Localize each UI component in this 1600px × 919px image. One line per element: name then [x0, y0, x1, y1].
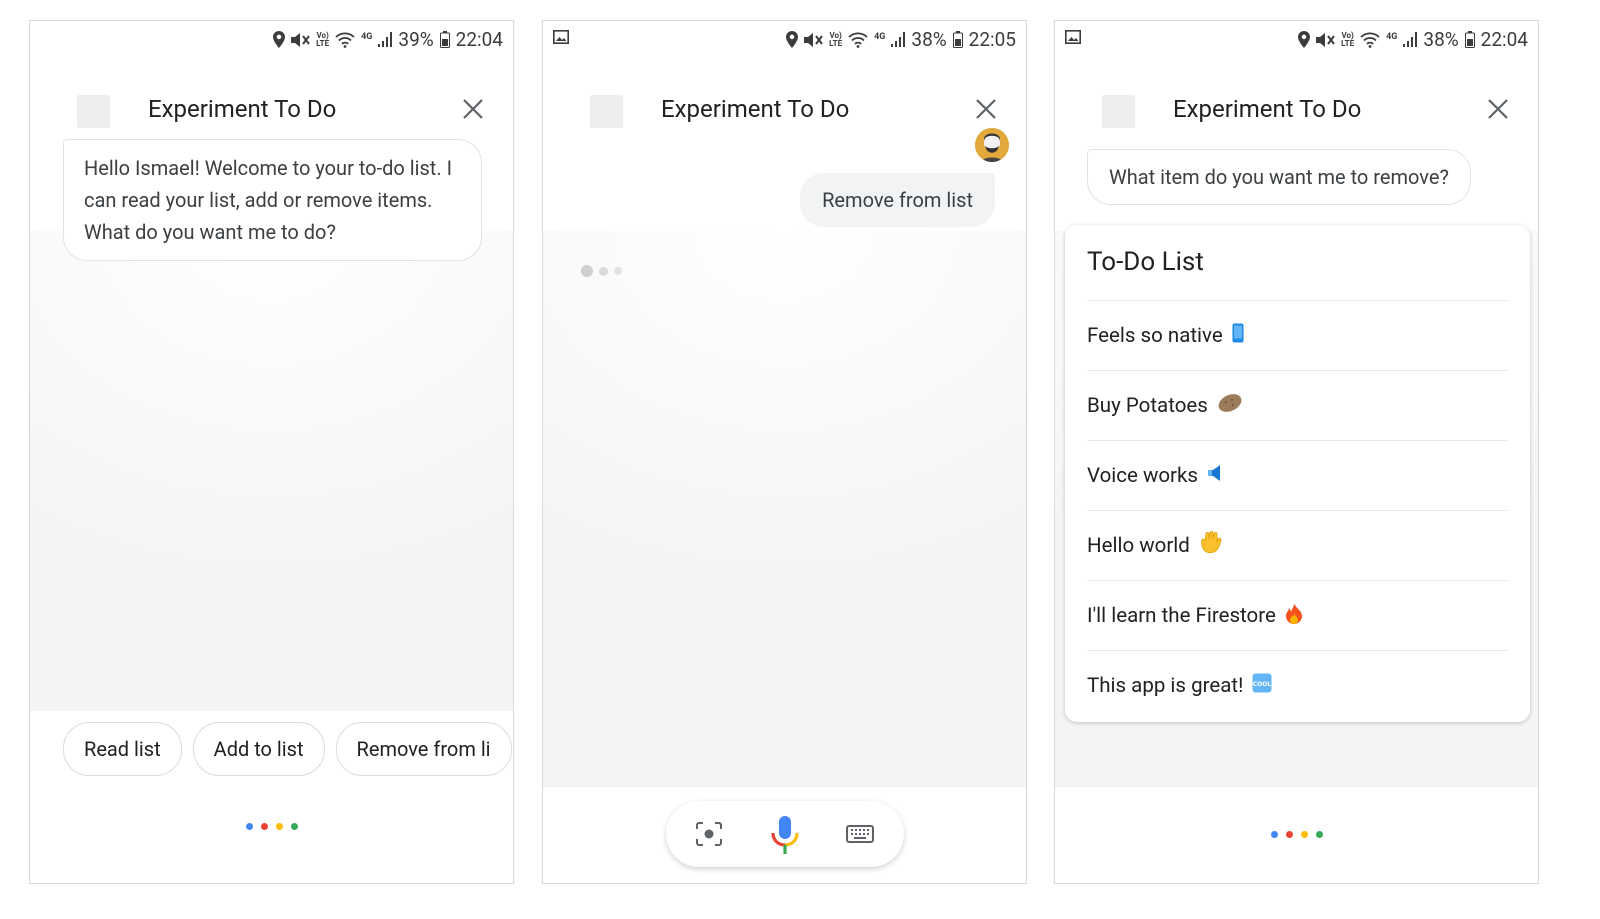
wifi-icon — [1360, 32, 1380, 48]
fire-icon — [1285, 602, 1303, 630]
input-pill — [666, 801, 904, 867]
chip-add-to-list[interactable]: Add to list — [192, 722, 325, 776]
input-bar — [543, 786, 1026, 883]
cool-button-icon: COOL — [1252, 673, 1272, 699]
list-item-label: Hello world — [1087, 533, 1190, 558]
volte-icon: Vo) LTE — [829, 30, 843, 48]
app-title: Experiment To Do — [661, 95, 850, 123]
keyboard-icon[interactable] — [846, 825, 874, 843]
location-icon — [786, 31, 799, 48]
potato-icon — [1217, 393, 1243, 419]
battery-icon — [952, 31, 963, 48]
mute-icon — [1316, 32, 1335, 47]
screen-user-request: Vo) LTE 4G 38% 22:05 Experiment To Do Rem… — [542, 20, 1027, 884]
4g-icon: 4G — [361, 31, 373, 42]
list-item[interactable]: This app is great! COOL — [1087, 650, 1508, 720]
list-item[interactable]: Buy Potatoes — [1087, 370, 1508, 440]
battery-icon — [439, 31, 450, 48]
list-item[interactable]: Hello world — [1087, 510, 1508, 580]
suggestion-chips: Read list Add to list Remove from li — [63, 722, 512, 776]
app-title: Experiment To Do — [1173, 95, 1362, 123]
chip-read-list[interactable]: Read list — [63, 722, 182, 776]
status-bar: Vo) LTE 4G 39% 22:04 — [30, 21, 513, 55]
lens-icon[interactable] — [696, 822, 722, 846]
mute-icon — [804, 32, 823, 47]
screen-welcome: Vo) LTE 4G 39% 22:04 Experiment To Do Hel… — [29, 20, 514, 884]
chip-remove-from-list[interactable]: Remove from li — [335, 722, 512, 776]
list-item-label: Buy Potatoes — [1087, 393, 1208, 418]
volte-icon: Vo) LTE — [316, 30, 330, 48]
svg-text:COOL: COOL — [1253, 681, 1272, 688]
location-icon — [273, 31, 286, 48]
assistant-message: What item do you want me to remove? — [1087, 149, 1471, 205]
assistant-header: Experiment To Do — [1055, 75, 1538, 147]
app-icon — [1102, 95, 1135, 128]
battery-icon — [1464, 31, 1475, 48]
todo-list-card: To-Do List Feels so native Buy Potatoes … — [1065, 225, 1530, 722]
microphone-icon[interactable] — [770, 815, 800, 855]
mute-icon — [291, 32, 310, 47]
list-item-label: Feels so native — [1087, 323, 1223, 348]
list-item[interactable]: I'll learn the Firestore — [1087, 580, 1508, 650]
signal-icon — [378, 32, 393, 47]
card-title: To-Do List — [1087, 247, 1204, 277]
list-item-label: I'll learn the Firestore — [1087, 603, 1276, 628]
user-message: Remove from list — [800, 173, 995, 227]
battery-percent: 38% — [1423, 28, 1459, 51]
clock: 22:05 — [968, 28, 1016, 51]
clock: 22:04 — [455, 28, 503, 51]
close-icon[interactable] — [463, 99, 483, 119]
assistant-dots-icon — [1271, 831, 1323, 838]
location-icon — [1298, 31, 1311, 48]
volte-icon: Vo) LTE — [1341, 30, 1355, 48]
status-bar: Vo) LTE 4G 38% 22:05 — [543, 21, 1026, 55]
list-item-label: This app is great! — [1087, 673, 1244, 698]
signal-icon — [891, 32, 906, 47]
close-icon[interactable] — [1488, 99, 1508, 119]
assistant-header: Experiment To Do — [30, 75, 513, 147]
todo-list: Feels so native Buy Potatoes Voice works… — [1087, 300, 1508, 720]
wifi-icon — [848, 32, 868, 48]
signal-icon — [1403, 32, 1418, 47]
suggestion-bar: Read list Add to list Remove from li — [30, 711, 513, 883]
app-title: Experiment To Do — [148, 95, 337, 123]
assistant-message: Hello Ismael! Welcome to your to-do list… — [63, 139, 482, 261]
app-icon — [77, 95, 110, 128]
assistant-bar — [1055, 786, 1538, 883]
speaker-icon — [1207, 463, 1223, 489]
battery-percent: 39% — [398, 28, 434, 51]
list-item[interactable]: Voice works — [1087, 440, 1508, 510]
mobile-phone-icon — [1232, 323, 1244, 349]
waving-hand-icon — [1199, 530, 1223, 561]
4g-icon: 4G — [1386, 31, 1398, 42]
screen-todo-list: Vo) LTE 4G 38% 22:04 Experiment To Do Wha… — [1054, 20, 1539, 884]
assistant-dots-icon — [246, 823, 298, 830]
status-bar: Vo) LTE 4G 38% 22:04 — [1055, 21, 1538, 55]
assistant-header: Experiment To Do — [543, 75, 1026, 147]
4g-icon: 4G — [874, 31, 886, 42]
app-icon — [590, 95, 623, 128]
clock: 22:04 — [1480, 28, 1528, 51]
list-item-label: Voice works — [1087, 463, 1198, 488]
user-avatar — [975, 128, 1009, 162]
wifi-icon — [335, 32, 355, 48]
battery-percent: 38% — [911, 28, 947, 51]
typing-indicator — [581, 265, 622, 277]
list-item[interactable]: Feels so native — [1087, 300, 1508, 370]
close-icon[interactable] — [976, 99, 996, 119]
